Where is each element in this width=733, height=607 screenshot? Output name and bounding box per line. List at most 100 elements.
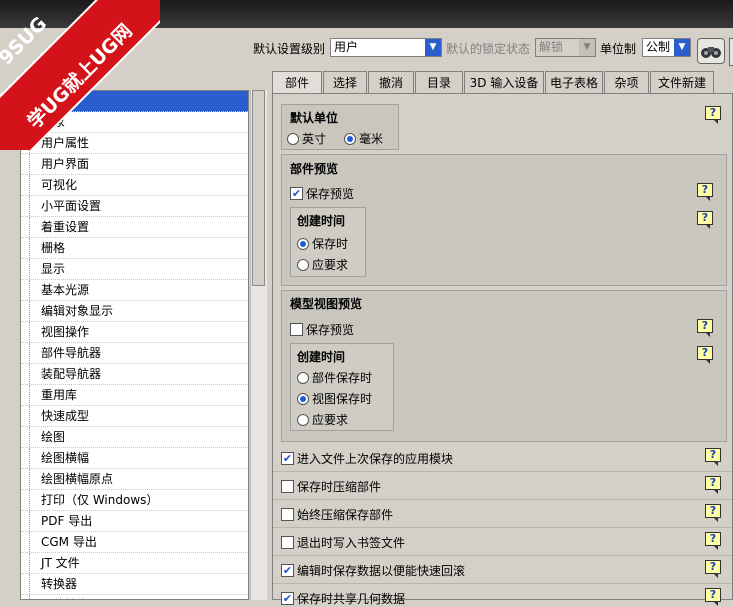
- enter-last-module-checkbox[interactable]: ✔ 进入文件上次保存的应用模块: [281, 450, 453, 467]
- on-demand-label: 应要求: [312, 258, 349, 272]
- tree-scrollbar[interactable]: [250, 90, 267, 600]
- radio-indicator: [297, 392, 309, 405]
- help-icon[interactable]: ?: [697, 319, 713, 337]
- help-icon[interactable]: ?: [705, 476, 721, 494]
- part-create-time-group: 创建时间 保存时 应要求: [290, 207, 366, 277]
- checkbox-indicator: [281, 480, 294, 493]
- view-on-save-radio[interactable]: 视图保存时: [297, 390, 372, 407]
- lock-state-label: 默认的锁定状态: [446, 42, 531, 56]
- chevron-down-icon[interactable]: ▼: [674, 39, 690, 56]
- find-binoculars-button[interactable]: [697, 38, 725, 64]
- tree-item[interactable]: 基本光源: [21, 280, 248, 301]
- tree-item[interactable]: JT 文件: [21, 553, 248, 574]
- save-rollback-data-checkbox[interactable]: ✔ 编辑时保存数据以便能快速回滚: [281, 562, 465, 579]
- scrollbar-thumb[interactable]: [252, 90, 265, 286]
- divider: [273, 583, 732, 584]
- tree-item[interactable]: 概观: [21, 91, 248, 112]
- tree-item[interactable]: 编辑对象显示: [21, 301, 248, 322]
- divider: [273, 471, 732, 472]
- tree-item[interactable]: 部件导航器: [21, 343, 248, 364]
- share-geometry-checkbox[interactable]: ✔ 保存时共享几何数据: [281, 590, 405, 607]
- help-icon[interactable]: ?: [697, 183, 713, 201]
- tab-file-new[interactable]: 文件新建: [650, 71, 714, 93]
- part-settings-panel: 默认单位 英寸 毫米 ? 部件预览 ✔ 保存预览 创建时间 保存时 应要求 ? ?…: [272, 93, 733, 606]
- always-compress-label: 始终压缩保存部件: [297, 508, 394, 522]
- tree-item[interactable]: 装配导航器: [21, 364, 248, 385]
- toolbar: 默认设置级别 用户 ▼ 默认的锁定状态 解锁 ▼ 单位制 公制 ▼: [0, 28, 733, 68]
- write-bookmark-label: 退出时写入书签文件: [297, 536, 406, 550]
- always-compress-checkbox[interactable]: 始终压缩保存部件: [281, 506, 393, 523]
- unit-mm-radio[interactable]: 毫米: [344, 130, 383, 147]
- checkmark-icon: ✔: [281, 564, 294, 577]
- tab-spreadsheet[interactable]: 电子表格: [545, 71, 603, 93]
- tree-item[interactable]: 形状搜索: [21, 595, 248, 599]
- on-demand-radio[interactable]: 应要求: [297, 256, 348, 273]
- model-save-preview-checkbox[interactable]: 保存预览: [290, 321, 354, 338]
- unit-inch-label: 英寸: [302, 132, 327, 146]
- unit-label: 单位制: [600, 42, 637, 56]
- default-level-select[interactable]: 用户 ▼: [330, 38, 442, 57]
- part-save-preview-label: 保存预览: [306, 187, 355, 201]
- tree-item[interactable]: CGM 导出: [21, 532, 248, 553]
- tree-item[interactable]: 显示: [21, 259, 248, 280]
- chevron-down-icon[interactable]: ▼: [425, 39, 441, 56]
- lock-state-select: 解锁 ▼: [535, 38, 596, 57]
- tree-item[interactable]: 着重设置: [21, 217, 248, 238]
- write-bookmark-checkbox[interactable]: 退出时写入书签文件: [281, 534, 405, 551]
- divider: [273, 499, 732, 500]
- default-unit-title: 默认单位: [290, 111, 339, 125]
- tab-directory[interactable]: 目录: [415, 71, 463, 93]
- unit-value: 公制: [646, 40, 671, 54]
- checkmark-icon: ✔: [281, 452, 294, 465]
- tree-item[interactable]: 绘图横幅: [21, 448, 248, 469]
- divider: [273, 527, 732, 528]
- tree-item[interactable]: 小平面设置: [21, 196, 248, 217]
- radio-indicator: [297, 371, 309, 384]
- tree-item[interactable]: 绘图: [21, 427, 248, 448]
- tree-item[interactable]: 对象: [21, 112, 248, 133]
- tab-selection[interactable]: 选择: [323, 71, 367, 93]
- help-icon[interactable]: ?: [705, 504, 721, 522]
- tab-part[interactable]: 部件: [272, 71, 322, 93]
- tree-item[interactable]: 用户界面: [21, 154, 248, 175]
- radio-indicator: [297, 258, 309, 271]
- part-save-preview-checkbox[interactable]: ✔ 保存预览: [290, 185, 354, 202]
- help-icon[interactable]: ?: [705, 532, 721, 550]
- model-on-demand-radio[interactable]: 应要求: [297, 411, 348, 428]
- tree-item[interactable]: 栅格: [21, 238, 248, 259]
- compress-on-save-checkbox[interactable]: 保存时压缩部件: [281, 478, 381, 495]
- chevron-down-icon: ▼: [579, 39, 595, 56]
- binoculars-icon: [701, 47, 721, 58]
- part-preview-group: 部件预览 ✔ 保存预览 创建时间 保存时 应要求: [281, 154, 727, 286]
- tree-item[interactable]: PDF 导出: [21, 511, 248, 532]
- model-view-title: 模型视图预览: [290, 297, 363, 311]
- tree-item[interactable]: 绘图横幅原点: [21, 469, 248, 490]
- model-create-time-group: 创建时间 部件保存时 视图保存时 应要求: [290, 343, 394, 431]
- on-save-radio[interactable]: 保存时: [297, 235, 348, 252]
- help-icon[interactable]: ?: [705, 106, 721, 124]
- tree-item[interactable]: 打印（仅 Windows）: [21, 490, 248, 511]
- tab-misc[interactable]: 杂项: [604, 71, 649, 93]
- toolbar-button-partial[interactable]: [729, 38, 733, 66]
- tree-item[interactable]: 用户属性: [21, 133, 248, 154]
- tree-item[interactable]: 可视化: [21, 175, 248, 196]
- category-tree[interactable]: 概观 对象 用户属性 用户界面 可视化 小平面设置 着重设置 栅格 显示 基本光源 编辑对象显示 视图…: [20, 90, 249, 600]
- help-icon[interactable]: ?: [697, 346, 713, 364]
- model-save-preview-label: 保存预览: [306, 323, 355, 337]
- model-create-time-title: 创建时间: [297, 350, 346, 364]
- help-icon[interactable]: ?: [705, 588, 721, 606]
- tab-3d-input[interactable]: 3D 输入设备: [464, 71, 544, 93]
- tree-item[interactable]: 视图操作: [21, 322, 248, 343]
- help-icon[interactable]: ?: [697, 211, 713, 229]
- enter-last-module-label: 进入文件上次保存的应用模块: [297, 452, 454, 466]
- tab-undo[interactable]: 撤消: [368, 71, 414, 93]
- tree-item[interactable]: 重用库: [21, 385, 248, 406]
- unit-inch-radio[interactable]: 英寸: [287, 130, 326, 147]
- tree-item[interactable]: 快速成型: [21, 406, 248, 427]
- help-icon[interactable]: ?: [705, 448, 721, 466]
- radio-indicator: [297, 237, 309, 250]
- tree-item[interactable]: 转换器: [21, 574, 248, 595]
- unit-select[interactable]: 公制 ▼: [642, 38, 691, 57]
- part-on-save-radio[interactable]: 部件保存时: [297, 369, 372, 386]
- help-icon[interactable]: ?: [705, 560, 721, 578]
